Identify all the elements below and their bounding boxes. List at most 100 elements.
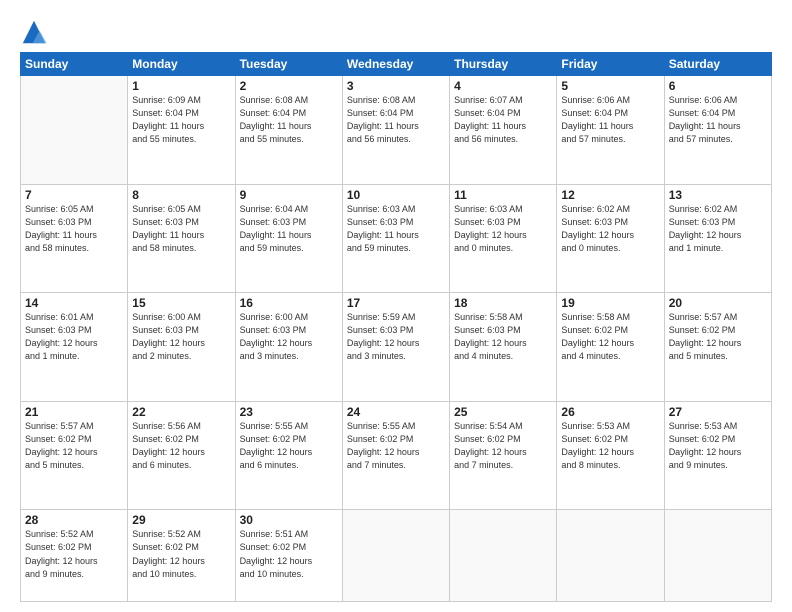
- day-number: 29: [132, 513, 230, 527]
- calendar-cell: 8Sunrise: 6:05 AM Sunset: 6:03 PM Daylig…: [128, 184, 235, 293]
- calendar-cell: 5Sunrise: 6:06 AM Sunset: 6:04 PM Daylig…: [557, 76, 664, 185]
- calendar-cell: 29Sunrise: 5:52 AM Sunset: 6:02 PM Dayli…: [128, 510, 235, 602]
- calendar-table: SundayMondayTuesdayWednesdayThursdayFrid…: [20, 52, 772, 602]
- day-number: 17: [347, 296, 445, 310]
- day-number: 24: [347, 405, 445, 419]
- calendar-cell: 10Sunrise: 6:03 AM Sunset: 6:03 PM Dayli…: [342, 184, 449, 293]
- day-info: Sunrise: 5:53 AM Sunset: 6:02 PM Dayligh…: [669, 420, 767, 472]
- calendar-cell: 20Sunrise: 5:57 AM Sunset: 6:02 PM Dayli…: [664, 293, 771, 402]
- calendar-cell: 16Sunrise: 6:00 AM Sunset: 6:03 PM Dayli…: [235, 293, 342, 402]
- day-number: 2: [240, 79, 338, 93]
- calendar-week-row: 7Sunrise: 6:05 AM Sunset: 6:03 PM Daylig…: [21, 184, 772, 293]
- weekday-header: Sunday: [21, 53, 128, 76]
- calendar-cell: 2Sunrise: 6:08 AM Sunset: 6:04 PM Daylig…: [235, 76, 342, 185]
- calendar-week-row: 28Sunrise: 5:52 AM Sunset: 6:02 PM Dayli…: [21, 510, 772, 602]
- day-number: 27: [669, 405, 767, 419]
- day-info: Sunrise: 6:07 AM Sunset: 6:04 PM Dayligh…: [454, 94, 552, 146]
- calendar-cell: 27Sunrise: 5:53 AM Sunset: 6:02 PM Dayli…: [664, 401, 771, 510]
- day-info: Sunrise: 6:05 AM Sunset: 6:03 PM Dayligh…: [132, 203, 230, 255]
- day-info: Sunrise: 6:09 AM Sunset: 6:04 PM Dayligh…: [132, 94, 230, 146]
- calendar-cell: 15Sunrise: 6:00 AM Sunset: 6:03 PM Dayli…: [128, 293, 235, 402]
- weekday-header: Monday: [128, 53, 235, 76]
- day-number: 10: [347, 188, 445, 202]
- day-info: Sunrise: 5:58 AM Sunset: 6:02 PM Dayligh…: [561, 311, 659, 363]
- calendar-cell: 23Sunrise: 5:55 AM Sunset: 6:02 PM Dayli…: [235, 401, 342, 510]
- calendar-cell: 17Sunrise: 5:59 AM Sunset: 6:03 PM Dayli…: [342, 293, 449, 402]
- calendar-cell: 14Sunrise: 6:01 AM Sunset: 6:03 PM Dayli…: [21, 293, 128, 402]
- day-info: Sunrise: 5:51 AM Sunset: 6:02 PM Dayligh…: [240, 528, 338, 580]
- day-number: 1: [132, 79, 230, 93]
- day-number: 15: [132, 296, 230, 310]
- calendar-cell: 9Sunrise: 6:04 AM Sunset: 6:03 PM Daylig…: [235, 184, 342, 293]
- calendar-cell: [450, 510, 557, 602]
- page: SundayMondayTuesdayWednesdayThursdayFrid…: [0, 0, 792, 612]
- weekday-header: Saturday: [664, 53, 771, 76]
- day-info: Sunrise: 5:55 AM Sunset: 6:02 PM Dayligh…: [240, 420, 338, 472]
- calendar-cell: 19Sunrise: 5:58 AM Sunset: 6:02 PM Dayli…: [557, 293, 664, 402]
- weekday-header: Wednesday: [342, 53, 449, 76]
- day-info: Sunrise: 6:03 AM Sunset: 6:03 PM Dayligh…: [347, 203, 445, 255]
- day-number: 30: [240, 513, 338, 527]
- day-number: 11: [454, 188, 552, 202]
- calendar-cell: [21, 76, 128, 185]
- day-info: Sunrise: 5:54 AM Sunset: 6:02 PM Dayligh…: [454, 420, 552, 472]
- calendar-cell: 13Sunrise: 6:02 AM Sunset: 6:03 PM Dayli…: [664, 184, 771, 293]
- day-info: Sunrise: 5:58 AM Sunset: 6:03 PM Dayligh…: [454, 311, 552, 363]
- day-number: 25: [454, 405, 552, 419]
- day-info: Sunrise: 6:04 AM Sunset: 6:03 PM Dayligh…: [240, 203, 338, 255]
- calendar-cell: [342, 510, 449, 602]
- day-number: 21: [25, 405, 123, 419]
- day-info: Sunrise: 5:52 AM Sunset: 6:02 PM Dayligh…: [25, 528, 123, 580]
- day-number: 14: [25, 296, 123, 310]
- weekday-header-row: SundayMondayTuesdayWednesdayThursdayFrid…: [21, 53, 772, 76]
- day-number: 16: [240, 296, 338, 310]
- day-number: 23: [240, 405, 338, 419]
- calendar-cell: 24Sunrise: 5:55 AM Sunset: 6:02 PM Dayli…: [342, 401, 449, 510]
- logo-icon: [20, 18, 48, 46]
- calendar-cell: 1Sunrise: 6:09 AM Sunset: 6:04 PM Daylig…: [128, 76, 235, 185]
- day-info: Sunrise: 6:06 AM Sunset: 6:04 PM Dayligh…: [669, 94, 767, 146]
- weekday-header: Friday: [557, 53, 664, 76]
- calendar-cell: 7Sunrise: 6:05 AM Sunset: 6:03 PM Daylig…: [21, 184, 128, 293]
- day-number: 6: [669, 79, 767, 93]
- day-info: Sunrise: 6:01 AM Sunset: 6:03 PM Dayligh…: [25, 311, 123, 363]
- calendar-cell: 30Sunrise: 5:51 AM Sunset: 6:02 PM Dayli…: [235, 510, 342, 602]
- calendar-cell: 6Sunrise: 6:06 AM Sunset: 6:04 PM Daylig…: [664, 76, 771, 185]
- day-info: Sunrise: 5:59 AM Sunset: 6:03 PM Dayligh…: [347, 311, 445, 363]
- weekday-header: Tuesday: [235, 53, 342, 76]
- calendar-cell: 12Sunrise: 6:02 AM Sunset: 6:03 PM Dayli…: [557, 184, 664, 293]
- calendar-cell: [664, 510, 771, 602]
- calendar-cell: 25Sunrise: 5:54 AM Sunset: 6:02 PM Dayli…: [450, 401, 557, 510]
- day-number: 5: [561, 79, 659, 93]
- day-info: Sunrise: 5:55 AM Sunset: 6:02 PM Dayligh…: [347, 420, 445, 472]
- calendar-cell: 4Sunrise: 6:07 AM Sunset: 6:04 PM Daylig…: [450, 76, 557, 185]
- day-info: Sunrise: 5:52 AM Sunset: 6:02 PM Dayligh…: [132, 528, 230, 580]
- day-info: Sunrise: 6:00 AM Sunset: 6:03 PM Dayligh…: [240, 311, 338, 363]
- calendar-cell: 21Sunrise: 5:57 AM Sunset: 6:02 PM Dayli…: [21, 401, 128, 510]
- day-info: Sunrise: 5:53 AM Sunset: 6:02 PM Dayligh…: [561, 420, 659, 472]
- calendar-cell: [557, 510, 664, 602]
- day-info: Sunrise: 5:57 AM Sunset: 6:02 PM Dayligh…: [669, 311, 767, 363]
- day-info: Sunrise: 6:05 AM Sunset: 6:03 PM Dayligh…: [25, 203, 123, 255]
- day-info: Sunrise: 6:03 AM Sunset: 6:03 PM Dayligh…: [454, 203, 552, 255]
- day-number: 18: [454, 296, 552, 310]
- day-number: 26: [561, 405, 659, 419]
- day-info: Sunrise: 6:08 AM Sunset: 6:04 PM Dayligh…: [347, 94, 445, 146]
- logo: [20, 18, 52, 46]
- day-info: Sunrise: 6:06 AM Sunset: 6:04 PM Dayligh…: [561, 94, 659, 146]
- calendar-week-row: 21Sunrise: 5:57 AM Sunset: 6:02 PM Dayli…: [21, 401, 772, 510]
- day-number: 28: [25, 513, 123, 527]
- calendar-cell: 28Sunrise: 5:52 AM Sunset: 6:02 PM Dayli…: [21, 510, 128, 602]
- day-info: Sunrise: 6:08 AM Sunset: 6:04 PM Dayligh…: [240, 94, 338, 146]
- day-info: Sunrise: 5:56 AM Sunset: 6:02 PM Dayligh…: [132, 420, 230, 472]
- day-number: 20: [669, 296, 767, 310]
- day-number: 4: [454, 79, 552, 93]
- day-number: 9: [240, 188, 338, 202]
- day-info: Sunrise: 5:57 AM Sunset: 6:02 PM Dayligh…: [25, 420, 123, 472]
- day-number: 8: [132, 188, 230, 202]
- day-number: 13: [669, 188, 767, 202]
- weekday-header: Thursday: [450, 53, 557, 76]
- day-info: Sunrise: 6:02 AM Sunset: 6:03 PM Dayligh…: [669, 203, 767, 255]
- calendar-cell: 3Sunrise: 6:08 AM Sunset: 6:04 PM Daylig…: [342, 76, 449, 185]
- day-number: 19: [561, 296, 659, 310]
